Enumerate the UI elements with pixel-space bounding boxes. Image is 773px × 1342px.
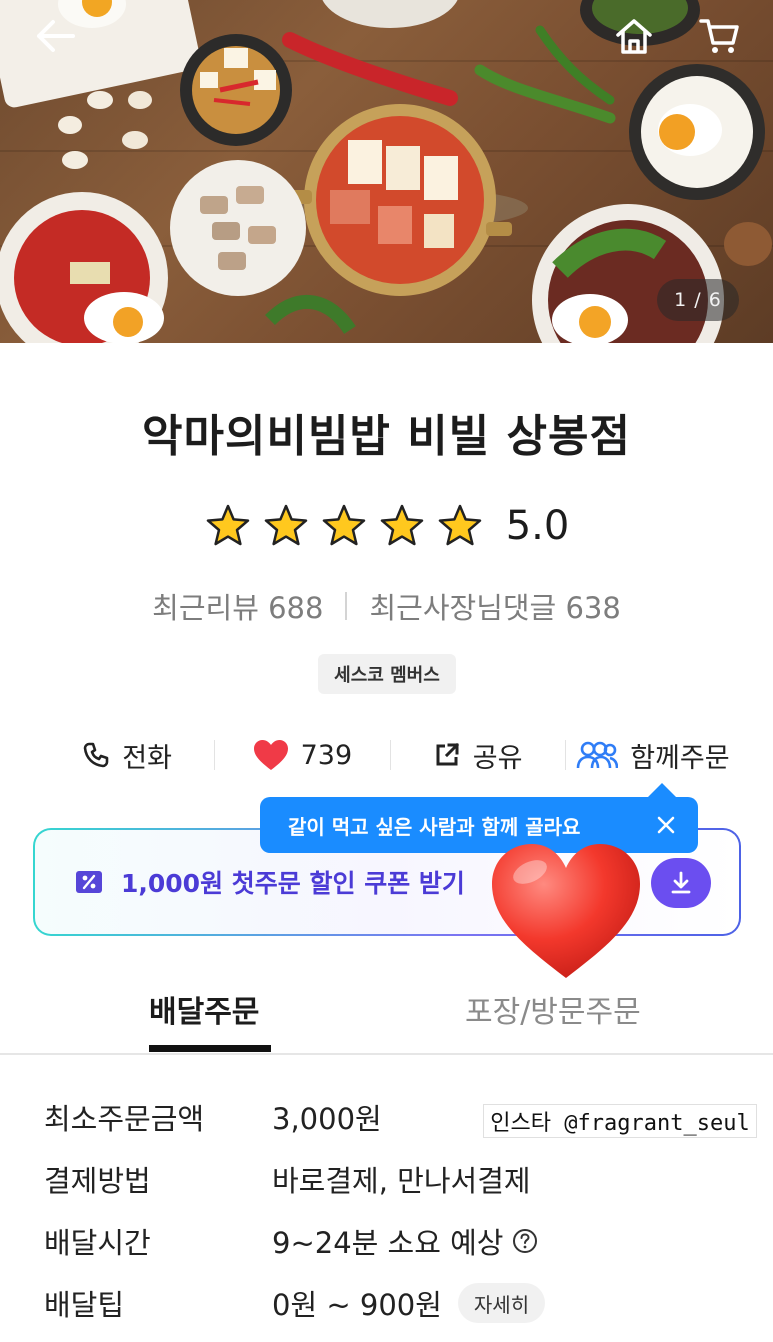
like-count: 739	[300, 739, 353, 771]
star-icon	[380, 504, 423, 546]
back-button[interactable]	[28, 12, 82, 60]
back-arrow-icon	[37, 20, 75, 52]
info-row-delivery-tip: 배달팁 0원 ~ 900원 자세히	[44, 1282, 744, 1342]
tooltip-text: 같이 먹고 싶은 사람과 함께 골라요	[288, 814, 581, 839]
cart-button[interactable]	[690, 10, 750, 62]
share-icon	[433, 741, 461, 769]
delivery-tip-detail-button[interactable]: 자세히	[457, 1283, 546, 1323]
home-icon	[616, 19, 652, 54]
info-row-delivery-time: 배달시간 9~24분 소요 예상	[44, 1220, 744, 1282]
info-value: 바로결제, 만나서결제	[272, 1164, 531, 1198]
order-type-tabs: 배달주문 포장/방문주문	[0, 975, 773, 1055]
active-tab-indicator	[149, 1045, 271, 1052]
rating-row: 5.0	[0, 496, 773, 556]
cart-icon	[699, 19, 739, 53]
home-button[interactable]	[606, 10, 662, 62]
star-icon	[438, 504, 481, 546]
close-icon	[657, 816, 675, 834]
info-label: 최소주문금액	[44, 1102, 205, 1136]
share-button[interactable]: 공유	[391, 725, 565, 785]
cesco-members-badge: 세스코 멤버스	[318, 654, 456, 694]
info-value: 0원 ~ 900원	[272, 1288, 442, 1322]
info-value: 3,000원	[272, 1102, 382, 1136]
star-icon	[264, 504, 307, 546]
store-actions: 전화 739 공유 함께주문	[40, 725, 740, 785]
call-label: 전화	[122, 742, 172, 774]
store-hero-image[interactable]: 1 / 6	[0, 0, 773, 343]
tab-pickup[interactable]: 포장/방문주문	[465, 987, 641, 1031]
heart-sticker	[492, 844, 640, 978]
review-counts: 최근리뷰 688 최근사장님댓글 638	[0, 585, 773, 627]
help-icon[interactable]	[512, 1228, 538, 1254]
group-order-label: 함께주문	[630, 742, 730, 774]
tab-delivery[interactable]: 배달주문	[149, 987, 259, 1031]
image-counter: 1 / 6	[657, 279, 739, 321]
like-button[interactable]: 739	[215, 725, 389, 785]
group-icon	[576, 740, 619, 770]
group-order-button[interactable]: 함께주문	[566, 725, 740, 785]
call-button[interactable]: 전화	[40, 725, 214, 785]
info-label: 배달팁	[44, 1288, 125, 1322]
recent-reviews-link[interactable]: 최근리뷰 688	[152, 585, 323, 627]
instagram-watermark: 인스타 @fragrant_seul	[483, 1104, 757, 1138]
store-name: 악마의비빔밥 비빌 상봉점	[142, 411, 631, 462]
star-icon	[322, 504, 365, 546]
info-label: 결제방법	[44, 1164, 151, 1198]
info-label: 배달시간	[44, 1226, 151, 1260]
info-value: 9~24분 소요 예상	[272, 1226, 504, 1260]
download-icon	[671, 871, 691, 894]
coupon-text: 1,000원 첫주문 할인 쿠폰 받기	[121, 869, 465, 898]
owner-replies-link[interactable]: 최근사장님댓글 638	[369, 585, 620, 627]
info-value-wrap: 0원 ~ 900원 자세히	[272, 1282, 546, 1324]
phone-icon	[82, 741, 110, 769]
rating-value: 5.0	[505, 503, 570, 549]
coupon-download-button[interactable]	[651, 858, 711, 908]
star-icon	[206, 504, 249, 546]
tooltip-close-button[interactable]	[646, 805, 686, 845]
info-value-wrap: 9~24분 소요 예상	[272, 1220, 538, 1262]
info-row-payment: 결제방법 바로결제, 만나서결제	[44, 1158, 744, 1220]
star-rating	[204, 502, 484, 550]
share-label: 공유	[472, 742, 523, 774]
divider	[345, 592, 348, 620]
heart-icon	[253, 739, 289, 771]
coupon-icon	[76, 871, 102, 893]
